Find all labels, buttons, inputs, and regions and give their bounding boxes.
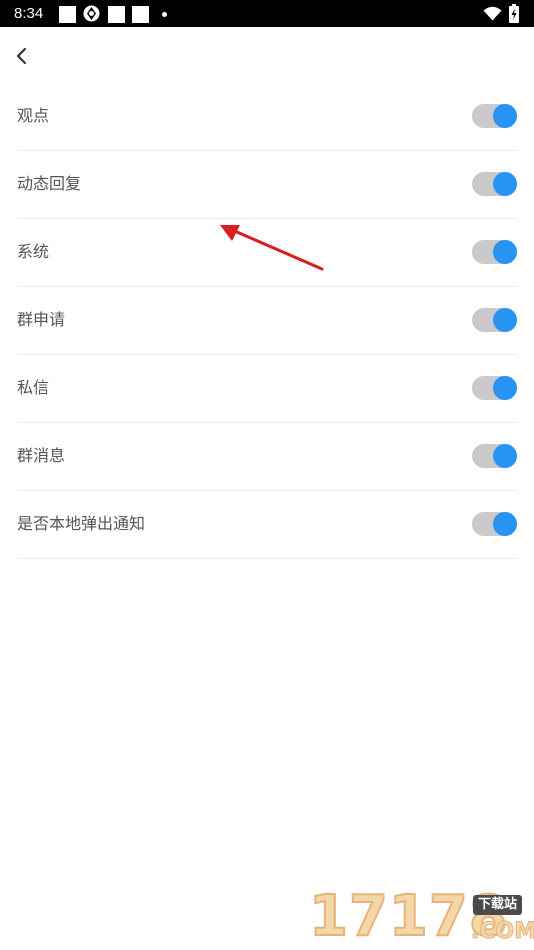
sync-icon (83, 5, 100, 26)
notification-square-icon (132, 6, 149, 23)
setting-row-group-request: 群申请 (17, 287, 517, 355)
status-bar: 8:34 (0, 0, 534, 27)
setting-row-feed-reply: 动态回复 (17, 151, 517, 219)
annotation-arrow-icon (220, 225, 324, 271)
toggle-switch[interactable] (472, 172, 517, 196)
notification-square-icon (108, 6, 125, 23)
watermark-tag: 下载站 (473, 895, 523, 915)
toggle-switch[interactable] (472, 240, 517, 264)
wifi-icon (483, 6, 502, 25)
setting-label: 群申请 (17, 310, 66, 329)
toggle-switch[interactable] (472, 376, 517, 400)
setting-label: 私信 (17, 378, 50, 397)
setting-label: 群消息 (17, 446, 66, 465)
toggle-switch[interactable] (472, 104, 517, 128)
watermark-domain: .COM (470, 919, 534, 945)
setting-row-group-message: 群消息 (17, 423, 517, 491)
setting-label: 系统 (17, 242, 50, 261)
toggle-thumb (493, 512, 517, 536)
toggle-thumb (493, 240, 517, 264)
toggle-thumb (493, 376, 517, 400)
setting-label: 观点 (17, 106, 50, 125)
setting-row-private-message: 私信 (17, 355, 517, 423)
toggle-switch[interactable] (472, 308, 517, 332)
dot-icon (162, 12, 167, 17)
notification-settings-list: 观点 动态回复 系统 群申请 私信 群消息 是否本地弹出通知 (17, 83, 517, 559)
notification-square-icon (59, 6, 76, 23)
back-button[interactable] (6, 37, 38, 73)
toggle-switch[interactable] (472, 444, 517, 468)
status-time: 8:34 (14, 5, 44, 22)
chevron-left-icon (16, 47, 27, 65)
watermark-logo: 17178 下载站 .COM (305, 884, 534, 950)
toggle-thumb (493, 172, 517, 196)
toggle-thumb (493, 104, 517, 128)
setting-label: 动态回复 (17, 174, 82, 193)
setting-label: 是否本地弹出通知 (17, 514, 146, 533)
header (0, 27, 534, 83)
setting-row-local-popup: 是否本地弹出通知 (17, 491, 517, 559)
setting-row-viewpoint: 观点 (17, 83, 517, 151)
toggle-switch[interactable] (472, 512, 517, 536)
battery-charging-icon (509, 4, 519, 27)
toggle-thumb (493, 444, 517, 468)
toggle-thumb (493, 308, 517, 332)
